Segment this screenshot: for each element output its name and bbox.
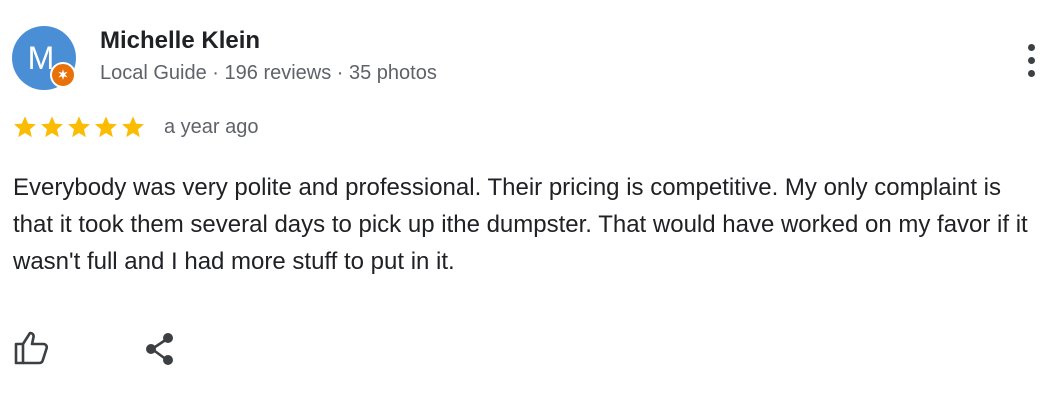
author-meta: Local Guide · 196 reviews · 35 photos — [100, 62, 437, 84]
star-rating — [12, 114, 146, 140]
star-icon — [68, 116, 90, 138]
share-icon — [146, 333, 173, 365]
review-card: M Michelle Klein Local Guide · 196 revie… — [0, 0, 1064, 400]
like-button[interactable] — [12, 328, 54, 370]
author-name[interactable]: Michelle Klein — [100, 27, 260, 55]
more-vert-icon — [1027, 43, 1035, 51]
review-text: Everybody was very polite and profession… — [13, 174, 1028, 275]
star-icon — [95, 116, 117, 138]
local-guide-star-icon — [50, 62, 76, 88]
star-icon — [14, 116, 36, 138]
share-button[interactable] — [140, 328, 182, 370]
more-options-button[interactable] — [1016, 38, 1046, 82]
star-icon — [122, 116, 144, 138]
star-icon — [41, 116, 63, 138]
avatar[interactable]: M — [12, 26, 76, 90]
review-date: a year ago — [164, 116, 259, 138]
thumbs-up-icon — [14, 331, 49, 365]
